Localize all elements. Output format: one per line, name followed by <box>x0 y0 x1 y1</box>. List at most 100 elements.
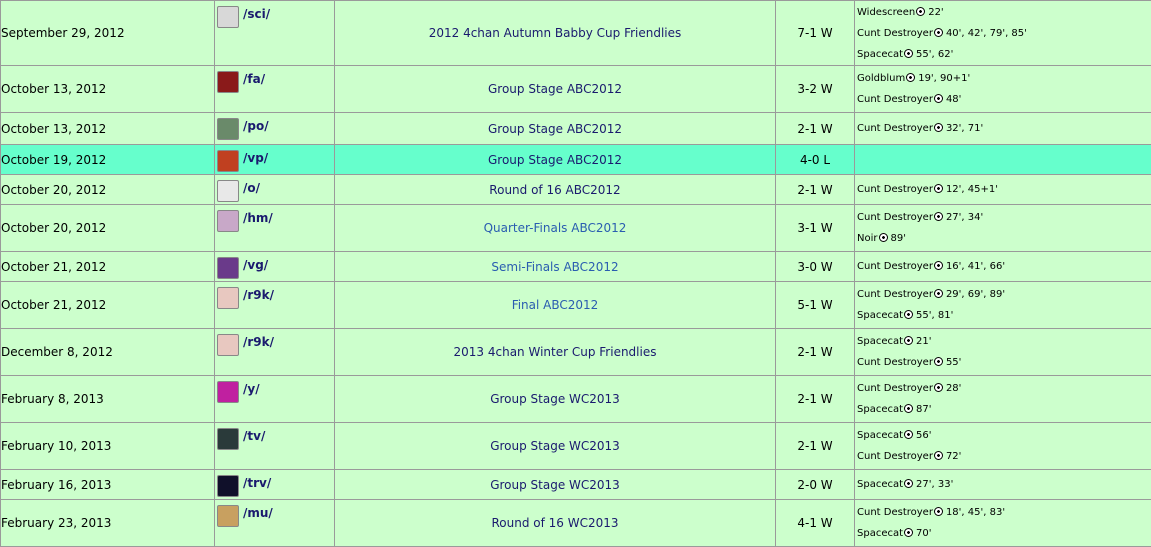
match-date: February 16, 2013 <box>1 470 215 500</box>
sci-board-icon[interactable] <box>217 6 239 28</box>
match-date: October 21, 2012 <box>1 252 215 282</box>
r9k-board-icon[interactable] <box>217 287 239 309</box>
goalscorer-name: Cunt Destroyer <box>857 28 933 39</box>
match-score: 3-2 W <box>776 66 855 113</box>
opponent-link[interactable]: /vp/ <box>243 151 268 165</box>
opponent-cell: /vg/ <box>215 252 335 282</box>
trv-board-icon[interactable] <box>217 475 239 497</box>
opponent-cell: /tv/ <box>215 423 335 470</box>
table-row: October 21, 2012/vg/Semi-Finals ABC20123… <box>1 252 1151 282</box>
goalscorer-name: Cunt Destroyer <box>857 357 933 368</box>
opponent-cell: /sci/ <box>215 1 335 66</box>
goalscorers-cell: Cunt Destroyer18', 45', 83'Spacecat70' <box>855 500 1151 547</box>
competition-link[interactable]: Group Stage WC2013 <box>490 392 620 406</box>
competition-link[interactable]: Final ABC2012 <box>512 298 599 312</box>
opponent-cell: /o/ <box>215 175 335 205</box>
football-icon <box>934 507 943 516</box>
opponent-link[interactable]: /fa/ <box>243 72 265 86</box>
opponent-cell: /r9k/ <box>215 329 335 376</box>
competition-link[interactable]: Group Stage WC2013 <box>490 439 620 453</box>
competition-link[interactable]: Group Stage WC2013 <box>490 478 620 492</box>
vg-board-icon[interactable] <box>217 257 239 279</box>
goalscorer-name: Cunt Destroyer <box>857 94 933 105</box>
opponent-link[interactable]: /y/ <box>243 382 260 396</box>
table-row: October 20, 2012/hm/Quarter-Finals ABC20… <box>1 205 1151 252</box>
goalscorer-name: Spacecat <box>857 479 903 490</box>
competition-cell: Round of 16 ABC2012 <box>335 175 776 205</box>
o-board-icon[interactable] <box>217 180 239 202</box>
goalscorer-line: Spacecat55', 81' <box>857 305 1151 326</box>
opponent-cell: /mu/ <box>215 500 335 547</box>
match-date: September 29, 2012 <box>1 1 215 66</box>
match-score: 2-0 W <box>776 470 855 500</box>
match-results-table: September 29, 2012/sci/2012 4chan Autumn… <box>0 0 1151 547</box>
goalscorer-line: Cunt Destroyer48' <box>857 89 1151 110</box>
opponent-link[interactable]: /sci/ <box>243 7 270 21</box>
football-icon <box>934 383 943 392</box>
competition-link[interactable]: 2012 4chan Autumn Babby Cup Friendlies <box>429 26 682 40</box>
football-icon <box>934 289 943 298</box>
football-icon <box>916 7 925 16</box>
tv-board-icon[interactable] <box>217 428 239 450</box>
opponent-link[interactable]: /mu/ <box>243 506 273 520</box>
r9k-board-icon[interactable] <box>217 334 239 356</box>
goal-minutes: 29', 69', 89' <box>946 289 1005 300</box>
football-icon <box>904 430 913 439</box>
goal-minutes: 19', 90+1' <box>918 73 970 84</box>
goalscorers-cell: Cunt Destroyer29', 69', 89'Spacecat55', … <box>855 282 1151 329</box>
opponent-link[interactable]: /r9k/ <box>243 335 274 349</box>
goalscorer-name: Spacecat <box>857 528 903 539</box>
goalscorer-line: Cunt Destroyer72' <box>857 446 1151 467</box>
competition-cell: Semi-Finals ABC2012 <box>335 252 776 282</box>
goalscorer-line: Spacecat27', 33' <box>857 474 1151 495</box>
competition-link[interactable]: Round of 16 ABC2012 <box>489 183 620 197</box>
match-date: October 19, 2012 <box>1 145 215 175</box>
competition-link[interactable]: Group Stage ABC2012 <box>488 153 622 167</box>
table-row: February 23, 2013/mu/Round of 16 WC20134… <box>1 500 1151 547</box>
football-icon <box>934 357 943 366</box>
goalscorer-line: Cunt Destroyer32', 71' <box>857 118 1151 139</box>
football-icon <box>934 28 943 37</box>
goalscorer-line: Cunt Destroyer40', 42', 79', 85' <box>857 23 1151 44</box>
opponent-cell: /fa/ <box>215 66 335 113</box>
opponent-cell: /r9k/ <box>215 282 335 329</box>
table-row: October 13, 2012/po/Group Stage ABC20122… <box>1 113 1151 145</box>
vp-board-icon[interactable] <box>217 150 239 172</box>
opponent-link[interactable]: /o/ <box>243 181 260 195</box>
competition-cell: Final ABC2012 <box>335 282 776 329</box>
opponent-link[interactable]: /r9k/ <box>243 288 274 302</box>
opponent-link[interactable]: /vg/ <box>243 258 268 272</box>
goal-minutes: 70' <box>916 528 931 539</box>
goalscorers-cell: Cunt Destroyer12', 45+1' <box>855 175 1151 205</box>
competition-link[interactable]: Round of 16 WC2013 <box>491 516 618 530</box>
competition-link[interactable]: Group Stage ABC2012 <box>488 82 622 96</box>
football-icon <box>906 73 915 82</box>
competition-link[interactable]: Quarter-Finals ABC2012 <box>484 221 627 235</box>
fa-board-icon[interactable] <box>217 71 239 93</box>
mu-board-icon[interactable] <box>217 505 239 527</box>
po-board-icon[interactable] <box>217 118 239 140</box>
table-row: October 21, 2012/r9k/Final ABC20125-1 WC… <box>1 282 1151 329</box>
table-row: October 20, 2012/o/Round of 16 ABC20122-… <box>1 175 1151 205</box>
competition-link[interactable]: Semi-Finals ABC2012 <box>491 260 618 274</box>
table-row: February 10, 2013/tv/Group Stage WC20132… <box>1 423 1151 470</box>
football-icon <box>934 123 943 132</box>
competition-cell: Round of 16 WC2013 <box>335 500 776 547</box>
football-icon <box>904 404 913 413</box>
opponent-link[interactable]: /tv/ <box>243 429 265 443</box>
goalscorer-line: Cunt Destroyer27', 34' <box>857 207 1151 228</box>
opponent-link[interactable]: /trv/ <box>243 476 271 490</box>
opponent-link[interactable]: /hm/ <box>243 211 273 225</box>
competition-link[interactable]: Group Stage ABC2012 <box>488 122 622 136</box>
goalscorer-name: Spacecat <box>857 336 903 347</box>
y-board-icon[interactable] <box>217 381 239 403</box>
goal-minutes: 27', 34' <box>946 212 983 223</box>
hm-board-icon[interactable] <box>217 210 239 232</box>
match-date: October 20, 2012 <box>1 175 215 205</box>
goalscorers-cell: Spacecat27', 33' <box>855 470 1151 500</box>
competition-link[interactable]: 2013 4chan Winter Cup Friendlies <box>454 345 657 359</box>
football-icon <box>934 184 943 193</box>
opponent-link[interactable]: /po/ <box>243 119 269 133</box>
football-icon <box>879 233 888 242</box>
competition-cell: Group Stage ABC2012 <box>335 113 776 145</box>
